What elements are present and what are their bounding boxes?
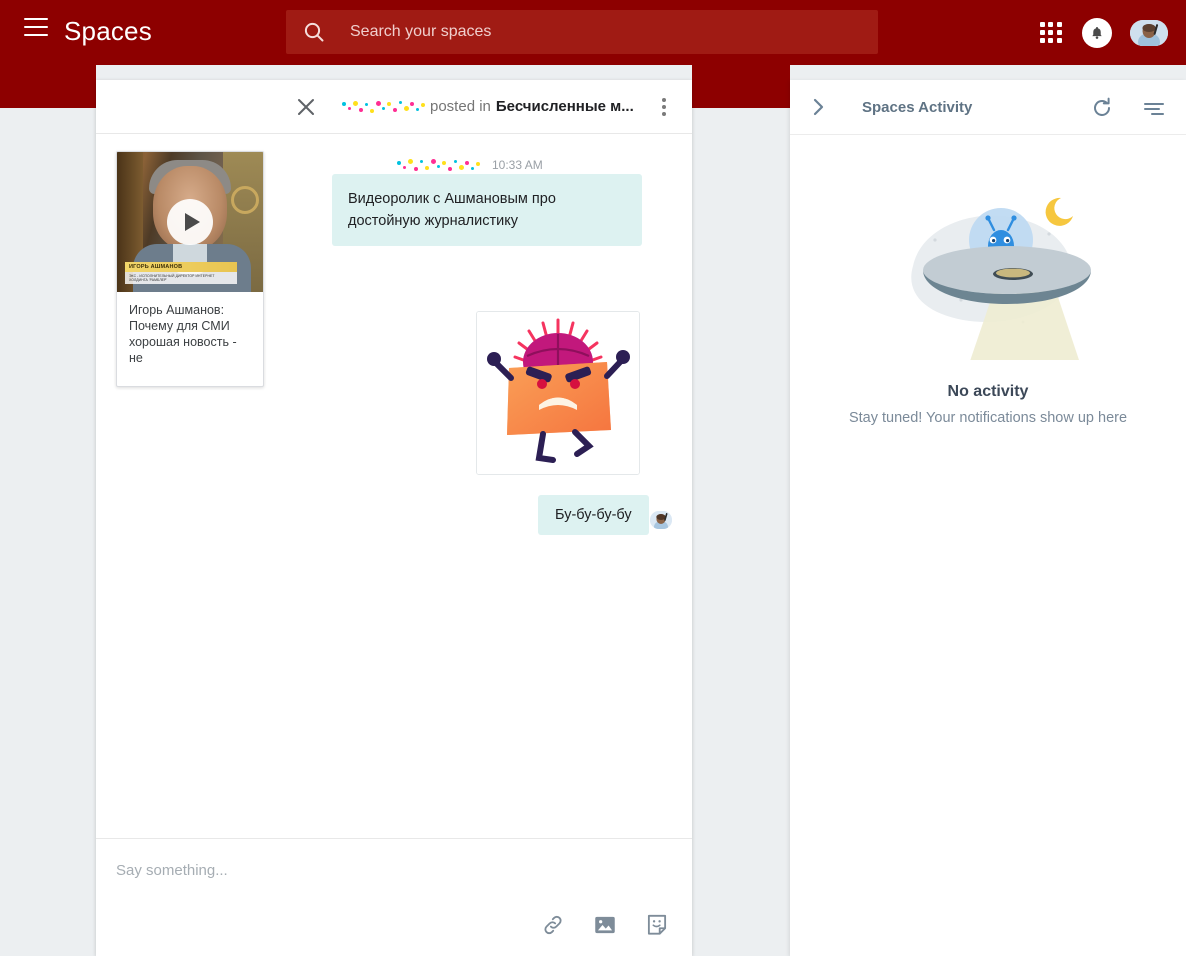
- video-thumbnail: ИГОРЬ АШМАНОВ ЭКС - ИСПОЛНИТЕЛЬНЫЙ ДИРЕК…: [117, 152, 263, 292]
- video-overlay-name: ИГОРЬ АШМАНОВ: [125, 262, 237, 272]
- search-icon: [304, 22, 324, 42]
- chat-panel: posted in Бесчисленные м... ИГОРЬ АШМАНО…: [96, 80, 692, 956]
- empty-state-title: No activity: [947, 383, 1029, 400]
- message-bubble[interactable]: Видеоролик с Ашмановым про достойную жур…: [332, 174, 642, 246]
- sticker-art: [477, 312, 639, 474]
- message-bubble[interactable]: Бу-бу-бу-бу: [538, 495, 649, 535]
- avatar-photo: [650, 511, 672, 529]
- search-bar[interactable]: [286, 10, 878, 54]
- video-lower-third: ИГОРЬ АШМАНОВ ЭКС - ИСПОЛНИТЕЛЬНЫЙ ДИРЕК…: [125, 262, 237, 284]
- chevron-right-icon[interactable]: [808, 97, 828, 117]
- notifications-bell-icon[interactable]: [1082, 17, 1112, 48]
- redacted-message-author: [396, 157, 484, 173]
- angry-character-sticker[interactable]: [476, 311, 640, 475]
- posted-in-label: posted in: [430, 98, 491, 115]
- hamburger-menu-icon[interactable]: [24, 18, 50, 46]
- refresh-icon[interactable]: [1090, 96, 1114, 120]
- app-bar: Spaces: [0, 0, 1186, 65]
- more-vertical-icon[interactable]: [662, 98, 666, 119]
- activity-header: Spaces Activity: [790, 80, 1186, 135]
- video-card-title: Игорь Ашманов: Почему для СМИ хорошая но…: [129, 303, 237, 365]
- compose-actions: [540, 912, 670, 938]
- link-icon[interactable]: [540, 912, 566, 938]
- app-bar-right-actions: [1038, 0, 1168, 65]
- bell-glyph: [1092, 26, 1102, 39]
- activity-panel: Spaces Activity No activity Stay tuned! …: [790, 80, 1186, 956]
- apps-grid-icon[interactable]: [1038, 20, 1064, 46]
- app-brand-title: Spaces: [64, 16, 152, 46]
- compose-input[interactable]: [114, 861, 514, 880]
- chat-header-title: posted in Бесчисленные м...: [340, 98, 634, 115]
- play-button-icon[interactable]: [167, 199, 213, 245]
- ufo-alien-illustration: [911, 197, 1091, 364]
- app-bar-gap-extension: [692, 65, 790, 108]
- space-name: Бесчисленные м...: [495, 98, 634, 115]
- image-icon[interactable]: [592, 912, 618, 938]
- activity-panel-title: Spaces Activity: [862, 98, 973, 116]
- message-meta: 10:33 AM: [396, 157, 543, 173]
- activity-empty-state: No activity Stay tuned! Your notificatio…: [790, 170, 1186, 426]
- search-input[interactable]: [348, 22, 828, 42]
- app-bar-left-extension: [0, 65, 96, 108]
- message-avatar[interactable]: [650, 511, 672, 529]
- redacted-author-name: [340, 99, 428, 115]
- user-avatar[interactable]: [1130, 19, 1168, 46]
- avatar-photo: [1130, 19, 1168, 46]
- filter-list-icon[interactable]: [1142, 96, 1166, 120]
- video-preview-card[interactable]: ИГОРЬ АШМАНОВ ЭКС - ИСПОЛНИТЕЛЬНЫЙ ДИРЕК…: [116, 151, 264, 387]
- message-list: ИГОРЬ АШМАНОВ ЭКС - ИСПОЛНИТЕЛЬНЫЙ ДИРЕК…: [96, 135, 692, 918]
- chat-header: posted in Бесчисленные м...: [96, 80, 692, 134]
- message-timestamp: 10:33 AM: [492, 158, 543, 172]
- activity-tools: [1090, 96, 1166, 120]
- empty-state-subtitle: Stay tuned! Your notifications show up h…: [848, 410, 1128, 426]
- sticker-icon[interactable]: [644, 912, 670, 938]
- compose-bar: [96, 838, 692, 956]
- video-overlay-role: ЭКС - ИСПОЛНИТЕЛЬНЫЙ ДИРЕКТОР ИНТЕРНЕТ Х…: [125, 272, 237, 284]
- close-icon[interactable]: [296, 97, 316, 117]
